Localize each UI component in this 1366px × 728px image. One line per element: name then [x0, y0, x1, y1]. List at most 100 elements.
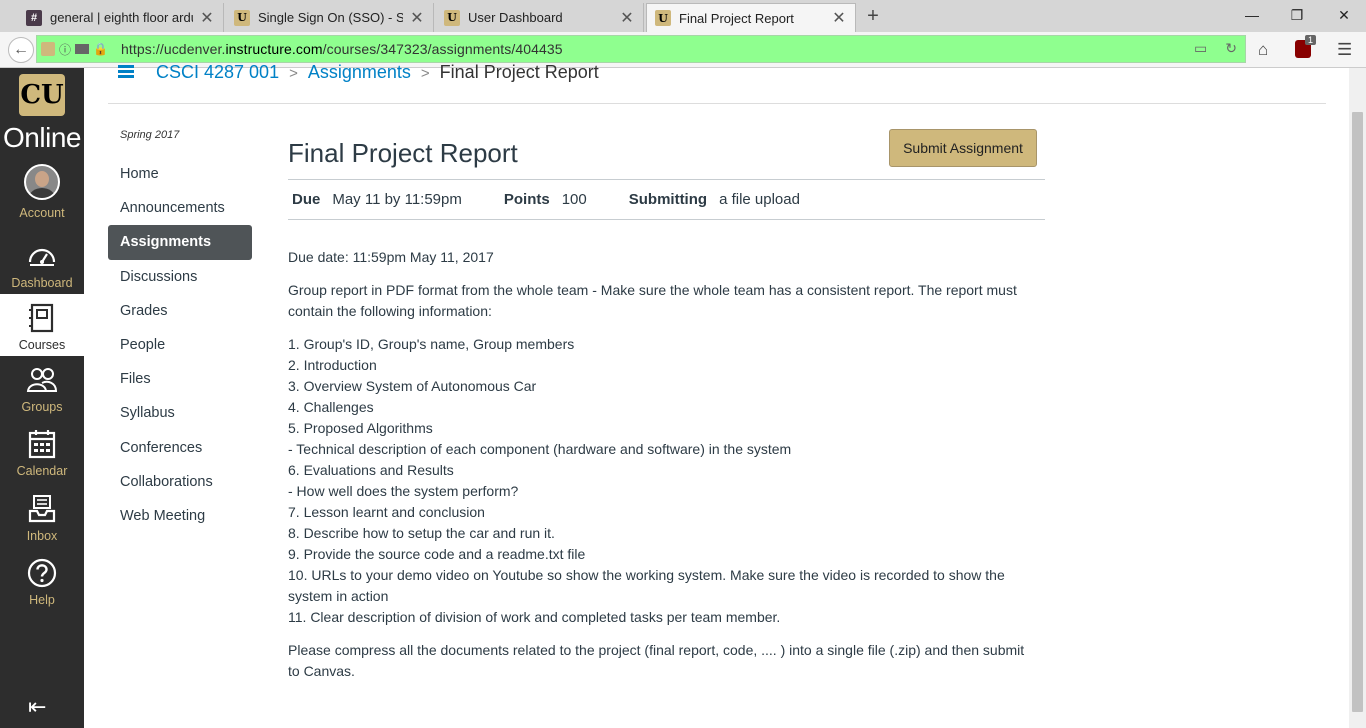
nav-label: Calendar — [16, 464, 68, 478]
close-tab-icon[interactable]: ✕ — [831, 8, 847, 28]
list-item: - Technical description of each componen… — [288, 441, 792, 457]
slack-icon: # — [26, 9, 42, 26]
nav-calendar[interactable]: Calendar — [0, 428, 84, 478]
list-item: 7. Lesson learnt and conclusion — [288, 504, 485, 520]
course-term: Spring 2017 — [120, 129, 180, 141]
intro-paragraph: Group report in PDF format from the whol… — [288, 282, 1017, 319]
browser-tab-bar: # general | eighth floor arduin ✕ U Sing… — [0, 0, 1366, 32]
close-tab-icon[interactable]: ✕ — [409, 8, 425, 28]
groups-icon — [26, 368, 58, 392]
menu-icon[interactable]: ☰ — [1337, 40, 1352, 60]
nav-groups[interactable]: Groups — [0, 364, 84, 414]
submitting-label: Submitting — [628, 191, 708, 208]
course-nav-announcements[interactable]: Announcements — [108, 191, 252, 225]
close-tab-icon[interactable]: ✕ — [619, 8, 635, 28]
nav-help[interactable]: Help — [0, 557, 84, 607]
list-item: 11. Clear description of division of wor… — [288, 609, 781, 625]
browser-tab-active[interactable]: U Final Project Report ✕ — [646, 3, 856, 32]
tab-title: User Dashboard — [468, 10, 563, 25]
breadcrumb: CSCI 4287 001 > Assignments > Final Project … — [156, 62, 599, 83]
collapse-nav-icon[interactable]: ⇤ — [28, 694, 46, 720]
breadcrumb-current: Final Project Report — [439, 62, 599, 82]
avatar — [24, 164, 60, 200]
reader-view-icon[interactable]: ▭ — [1194, 40, 1207, 57]
header-divider — [108, 103, 1326, 104]
cu-icon: U — [234, 9, 250, 26]
cu-online-logo[interactable]: CU Online — [0, 68, 84, 153]
list-item: 5. Proposed Algorithms — [288, 420, 433, 436]
course-nav-syllabus[interactable]: Syllabus — [108, 396, 252, 430]
url-text: https://ucdenver.instructure.com/courses… — [121, 41, 563, 57]
restore-button[interactable]: ❐ — [1283, 4, 1311, 26]
browser-tab[interactable]: U Single Sign On (SSO) - Servic ✕ — [226, 3, 434, 32]
ublock-site-icon — [41, 42, 55, 56]
due-date-line: Due date: 11:59pm May 11, 2017 — [288, 249, 494, 265]
nav-label: Account — [19, 206, 65, 220]
assignment-description: Due date: 11:59pm May 11, 2017 Group rep… — [288, 247, 1038, 694]
course-menu-toggle[interactable] — [118, 65, 134, 79]
home-icon[interactable]: ⌂ — [1258, 40, 1268, 60]
course-nav-people[interactable]: People — [108, 328, 252, 362]
course-nav: Home Announcements Assignments Discussio… — [108, 157, 252, 533]
browser-tab[interactable]: U User Dashboard ✕ — [436, 3, 644, 32]
nav-label: Dashboard — [11, 276, 73, 290]
due-label: Due — [292, 191, 321, 208]
course-nav-web-meeting[interactable]: Web Meeting — [108, 499, 252, 533]
tab-title: Final Project Report — [679, 10, 794, 26]
list-item: 8. Describe how to setup the car and run… — [288, 525, 555, 541]
scrollbar-thumb[interactable] — [1352, 112, 1363, 712]
close-window-button[interactable]: ✕ — [1330, 4, 1358, 26]
breadcrumb-separator: > — [420, 65, 430, 82]
course-nav-conferences[interactable]: Conferences — [108, 431, 252, 465]
browser-tab[interactable]: # general | eighth floor arduin ✕ — [18, 3, 224, 32]
nav-dashboard[interactable]: Dashboard — [0, 240, 84, 290]
course-nav-files[interactable]: Files — [108, 362, 252, 396]
nav-label: Inbox — [26, 529, 58, 543]
closing-paragraph: Please compress all the documents relate… — [288, 642, 1025, 679]
nav-courses[interactable]: Courses — [0, 294, 84, 356]
nav-inbox[interactable]: Inbox — [0, 493, 84, 543]
extension-icon[interactable] — [75, 44, 90, 54]
submitting-value: a file upload — [719, 191, 800, 208]
url-bar[interactable]: ⓘ 🔒 https://ucdenver.instructure.com/cou… — [36, 35, 1246, 63]
course-nav-grades[interactable]: Grades — [108, 294, 252, 328]
course-nav-collaborations[interactable]: Collaborations — [108, 465, 252, 499]
close-tab-icon[interactable]: ✕ — [199, 8, 215, 28]
points-label: Points — [503, 191, 550, 208]
site-identity[interactable]: ⓘ 🔒 — [37, 41, 121, 58]
calendar-icon — [28, 430, 56, 459]
requirements-list: 1. Group's ID, Group's name, Group membe… — [288, 334, 1038, 628]
cu-icon: U — [444, 9, 460, 26]
reload-icon[interactable]: ↻ — [1225, 40, 1237, 57]
list-item: 4. Challenges — [288, 399, 374, 415]
minimize-button[interactable]: — — [1238, 4, 1266, 26]
info-icon[interactable]: ⓘ — [59, 41, 71, 58]
list-item: - How well does the system perform? — [288, 483, 519, 499]
breadcrumb-assignments[interactable]: Assignments — [308, 62, 411, 82]
breadcrumb-separator: > — [289, 65, 298, 82]
assignment-meta: Due May 11 by 11:59pm Points 100 Submitt… — [288, 179, 1045, 220]
list-item: 10. URLs to your demo video on Youtube s… — [288, 567, 1005, 604]
courses-icon — [29, 303, 54, 333]
due-value: May 11 by 11:59pm — [332, 191, 462, 208]
back-button[interactable]: ← — [8, 37, 34, 63]
logo-text: Online — [3, 122, 81, 153]
new-tab-button[interactable]: + — [862, 4, 884, 28]
list-item: 6. Evaluations and Results — [288, 462, 454, 478]
breadcrumb-course[interactable]: CSCI 4287 001 — [156, 62, 279, 82]
assignment-title: Final Project Report — [288, 138, 518, 168]
list-item: 3. Overview System of Autonomous Car — [288, 378, 537, 394]
course-nav-home[interactable]: Home — [108, 157, 252, 191]
inbox-icon — [28, 495, 56, 523]
course-nav-discussions[interactable]: Discussions — [108, 260, 252, 294]
nav-label: Groups — [21, 400, 63, 414]
submit-assignment-button[interactable]: Submit Assignment — [889, 129, 1037, 167]
tab-title: Single Sign On (SSO) - Servic — [258, 10, 403, 25]
course-nav-assignments[interactable]: Assignments — [108, 225, 252, 260]
list-item: 9. Provide the source code and a readme.… — [288, 546, 586, 562]
dashboard-icon — [28, 248, 56, 266]
lock-icon[interactable]: 🔒 — [93, 42, 108, 56]
nav-account[interactable]: Account — [0, 164, 84, 220]
cu-logo-icon: CU — [19, 74, 65, 116]
points-value: 100 — [561, 191, 587, 208]
